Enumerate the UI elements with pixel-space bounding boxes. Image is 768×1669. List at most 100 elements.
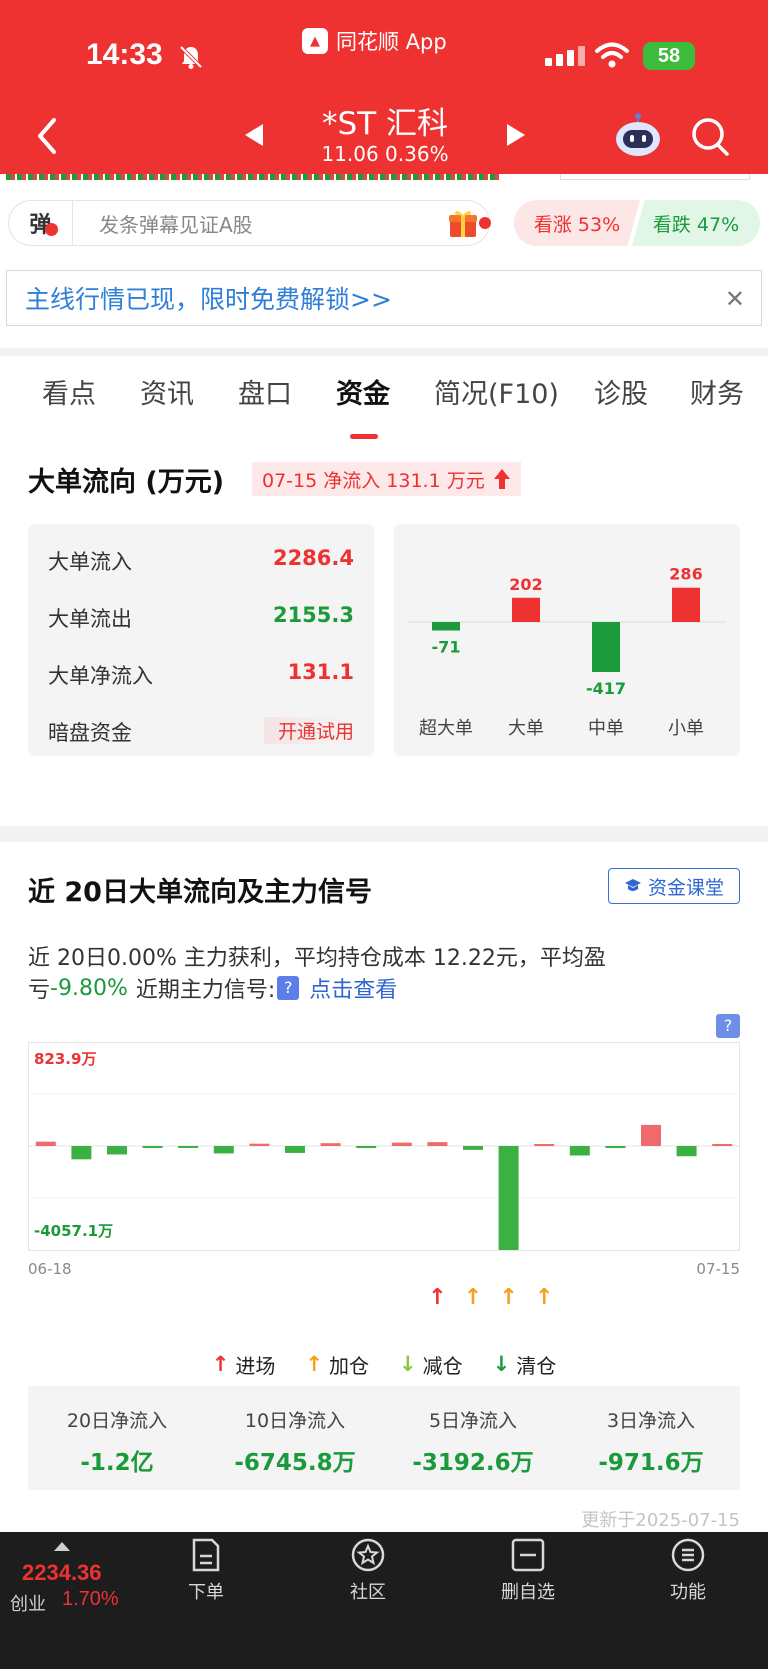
daily-flow-bar bbox=[534, 1144, 555, 1146]
help-icon[interactable]: ? bbox=[716, 1014, 740, 1038]
daily-flow-bar bbox=[391, 1142, 412, 1146]
daily-flow-bar bbox=[142, 1146, 163, 1148]
net-inflow-value: 131.1 bbox=[287, 660, 354, 684]
enter-arrow-icon: ↑ bbox=[211, 1352, 230, 1376]
legend-enter-label: 进场 bbox=[235, 1353, 276, 1378]
active-tab-indicator bbox=[350, 434, 378, 439]
daily-flow-bar bbox=[676, 1146, 697, 1157]
promo-text: 主线行情已现，限时免费解锁>> bbox=[25, 285, 392, 314]
signal-recent-label: 近期主力信号: bbox=[135, 978, 276, 1003]
tab-quotes[interactable]: 盘口 bbox=[238, 372, 292, 411]
big-order-title: 大单流向 (万元) bbox=[28, 467, 225, 498]
vote-bearish-button[interactable]: 看跌 47% bbox=[632, 200, 760, 246]
daily-flow-bar bbox=[641, 1124, 661, 1146]
signal-arrow-marker: ↑ bbox=[535, 1285, 553, 1310]
trial-link[interactable]: 开通试用 bbox=[263, 717, 354, 744]
tab-finance[interactable]: 财务 bbox=[690, 372, 744, 411]
net-inflow-totals: 20日净流入 -1.2亿 10日净流入 -6745.8万 5日净流入 -3192… bbox=[28, 1386, 740, 1490]
legend-enter: ↑ 进场 bbox=[212, 1346, 276, 1382]
close-icon[interactable]: ✕ bbox=[725, 285, 745, 313]
collapsed-chart-strip bbox=[0, 174, 768, 182]
stock-name: *ST 汇科 bbox=[322, 106, 448, 142]
remove-watchlist-button[interactable]: 删自选 bbox=[478, 1538, 578, 1604]
tab-diagnosis[interactable]: 诊股 bbox=[594, 372, 648, 411]
bell-muted-icon bbox=[179, 45, 203, 69]
order-label: 下单 bbox=[188, 1582, 224, 1603]
battery-level: 58 bbox=[657, 44, 681, 67]
chart-max-label: 823.9万 bbox=[34, 1050, 96, 1068]
daily-flow-bar bbox=[107, 1146, 127, 1155]
vote-bullish-button[interactable]: 看涨 53% bbox=[514, 200, 640, 246]
app-logo-icon: ▲ bbox=[302, 28, 328, 54]
next-stock-icon[interactable] bbox=[505, 122, 527, 148]
daily-flow-bar bbox=[213, 1146, 234, 1154]
signal-arrow-marker: ↑ bbox=[499, 1285, 517, 1310]
cellular-signal-icon bbox=[545, 46, 585, 66]
outflow-label: 大单流出 bbox=[48, 607, 132, 631]
chart-min-label: -4057.1万 bbox=[34, 1222, 113, 1240]
inflow-row: 大单流入 2286.4 bbox=[48, 546, 354, 576]
tab-news[interactable]: 资讯 bbox=[140, 372, 194, 411]
total-10d-label: 10日净流入 bbox=[244, 1410, 346, 1432]
tab-funds[interactable]: 资金 bbox=[336, 372, 390, 411]
stock-price: 11.06 0.36% bbox=[321, 142, 449, 166]
order-size-bar bbox=[432, 622, 460, 631]
promo-banner[interactable]: 主线行情已现，限时免费解锁>> ✕ bbox=[6, 270, 762, 326]
add-arrow-icon: ↑ bbox=[305, 1352, 323, 1376]
view-signal-link[interactable]: 点击查看 bbox=[309, 972, 397, 1004]
community-button[interactable]: 社区 bbox=[318, 1538, 418, 1604]
danmu-placeholder: 发条弹幕见证A股 bbox=[99, 212, 253, 237]
index-expand-icon[interactable] bbox=[54, 1542, 70, 1551]
back-icon[interactable] bbox=[32, 116, 62, 156]
daily-flow-bar bbox=[285, 1146, 305, 1153]
net-inflow-row: 大单净流入 131.1 bbox=[48, 660, 354, 690]
order-size-chart-svg: -71 超大单 202 大单 -417 中单 286 小单 bbox=[408, 565, 726, 739]
daily-flow-bar bbox=[178, 1146, 199, 1148]
functions-label: 功能 bbox=[670, 1582, 706, 1603]
community-star-icon bbox=[351, 1538, 385, 1572]
index-value[interactable]: 2234.36 bbox=[22, 1560, 102, 1586]
total-20d: 20日净流入 -1.2亿 bbox=[28, 1406, 206, 1477]
question-icon[interactable]: ? bbox=[277, 976, 300, 1000]
tab-f10[interactable]: 简况(F10) bbox=[434, 372, 559, 411]
search-icon[interactable] bbox=[690, 116, 730, 158]
fund-panel: 看点 资讯 盘口 资金 简况(F10) 诊股 财务 大单流向 (万元) 07-1… bbox=[0, 356, 768, 826]
index-change: 1.70% bbox=[62, 1588, 119, 1610]
community-label: 社区 bbox=[350, 1582, 386, 1603]
order-size-value-label: -71 bbox=[432, 638, 461, 657]
index-name: 创业 bbox=[10, 1594, 46, 1615]
signal-loss-prefix: 亏 bbox=[28, 978, 51, 1003]
dark-pool-row: 暗盘资金 开通试用 bbox=[48, 717, 354, 747]
collapsed-chart-box bbox=[560, 174, 750, 180]
signal-arrow-marker: ↑ bbox=[428, 1285, 446, 1310]
tab-highlights[interactable]: 看点 bbox=[42, 372, 96, 411]
dark-pool-label: 暗盘资金 bbox=[48, 721, 132, 745]
graduation-cap-icon bbox=[624, 879, 641, 891]
order-button[interactable]: 下单 bbox=[156, 1538, 256, 1604]
danmu-input[interactable]: 弹 发条弹幕见证A股 bbox=[8, 200, 491, 246]
return-to-app[interactable]: ▲ 同花顺 App bbox=[302, 26, 447, 56]
signal-summary-line1: 近 20日0.00% 主力获利，平均持仓成本 12.22元，平均盈 bbox=[28, 946, 606, 971]
total-5d: 5日净流入 -3192.6万 bbox=[384, 1406, 562, 1477]
previous-stock-icon[interactable] bbox=[243, 122, 265, 148]
daily-flow-bar bbox=[463, 1146, 483, 1150]
total-10d: 10日净流入 -6745.8万 bbox=[206, 1406, 384, 1477]
daily-flow-bar bbox=[427, 1142, 448, 1146]
net-inflow-badge: 07-15 净流入 131.1 万元 bbox=[252, 462, 521, 496]
order-size-bar bbox=[592, 622, 620, 672]
inflow-label: 大单流入 bbox=[48, 550, 132, 574]
net-inflow-label: 大单净流入 bbox=[48, 664, 153, 688]
order-size-value-label: 202 bbox=[509, 575, 542, 594]
menu-icon bbox=[671, 1538, 705, 1572]
legend-add: ↑ 加仓 bbox=[305, 1346, 369, 1382]
reduce-arrow-icon: ↓ bbox=[399, 1352, 417, 1376]
remove-watchlist-label: 删自选 bbox=[501, 1582, 555, 1603]
gift-icon[interactable] bbox=[447, 207, 479, 239]
danmu-badge: 弹 bbox=[9, 201, 73, 245]
order-size-bar bbox=[672, 587, 700, 622]
legend-clear: ↓ 清仓 bbox=[493, 1346, 557, 1382]
order-size-category-label: 超大单 bbox=[419, 718, 473, 739]
functions-button[interactable]: 功能 bbox=[638, 1538, 738, 1604]
robot-assistant-icon[interactable] bbox=[614, 112, 662, 158]
fund-course-button[interactable]: 资金课堂 bbox=[608, 868, 740, 904]
